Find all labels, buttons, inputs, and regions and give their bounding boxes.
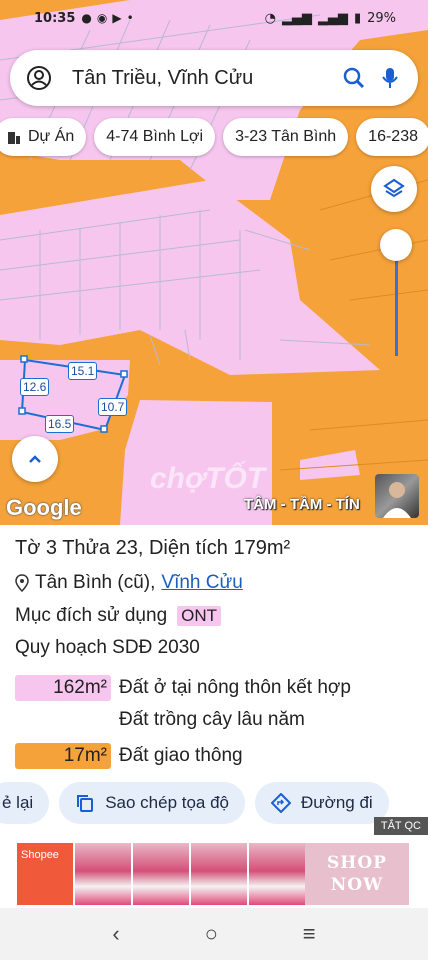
layers-icon <box>383 178 405 198</box>
cta-line2: NOW <box>330 875 384 895</box>
chevron-up-icon <box>29 455 41 463</box>
opacity-slider-track[interactable] <box>395 260 398 356</box>
chotot-watermark: chợTỐT <box>150 462 266 495</box>
area-row-perennial: Đất trồng cây lâu năm <box>15 707 305 733</box>
ad-area: TẮT QC Shopee SHOP NOW <box>0 817 428 908</box>
land-purpose: Mục đích sử dụng ONT <box>15 605 222 627</box>
location-prefix: Tân Bình (cũ), <box>35 572 156 593</box>
chip-label: 3-23 Tân Bình <box>235 128 337 145</box>
area-label: Đất trồng cây lâu năm <box>119 709 305 730</box>
parcel-title: Tờ 3 Thửa 23, Diện tích 179m² <box>15 537 291 559</box>
area-value: 17m² <box>15 743 111 769</box>
chip-tan-binh[interactable]: 3-23 Tân Bình <box>223 118 349 156</box>
battery-icon: ▮ <box>353 10 362 26</box>
shop-name: TÂM - TẦM - TÍN <box>244 496 360 513</box>
messenger-icon: ◉ <box>96 11 108 25</box>
notification-icons: ● ◉ ▶ • <box>81 11 133 25</box>
system-nav-bar: ‹ ○ ≡ <box>0 908 428 960</box>
copy-label: Sao chép tọa độ <box>105 793 230 812</box>
layers-button[interactable] <box>371 166 417 212</box>
status-bar: 10:35 ● ◉ ▶ • ◔ ▂▄▆ ▂▄▆ ▮ 29% <box>0 0 428 36</box>
parcel-info-panel: Tờ 3 Thửa 23, Diện tích 179m² Tân Bình (… <box>0 525 428 825</box>
signal-2-icon: ▂▄▆ <box>317 10 348 26</box>
directions-icon <box>271 793 292 813</box>
google-logo: Google <box>6 495 82 520</box>
parcel-location: Tân Bình (cũ), Vĩnh Cửu <box>15 572 243 594</box>
hide-ad-button[interactable]: TẮT QC <box>373 817 428 835</box>
ad-image <box>247 843 305 905</box>
person-icon <box>383 482 411 518</box>
chip-16-238[interactable]: 16-238 <box>356 118 428 156</box>
copy-coordinates-button[interactable]: Sao chép tọa độ <box>59 782 246 824</box>
area-row-residential: 162m² Đất ở tại nông thôn kết hợp <box>15 675 351 701</box>
back-icon[interactable]: ‹ <box>112 921 119 947</box>
home-icon[interactable]: ○ <box>205 921 218 947</box>
area-row-traffic: 17m² Đất giao thông <box>15 743 243 769</box>
chip-binh-loi[interactable]: 4-74 Bình Lợi <box>94 118 216 156</box>
building-icon <box>8 132 20 144</box>
youtube-icon: ▶ <box>112 11 122 25</box>
chip-label: 16-238 <box>368 128 418 145</box>
location-pin-icon <box>15 574 29 592</box>
cta-line1: SHOP <box>327 853 387 873</box>
parcel-dim-left: 12.6 <box>20 378 50 396</box>
shopee-logo: Shopee <box>17 843 73 905</box>
opacity-slider-handle[interactable] <box>380 229 412 261</box>
ad-image <box>189 843 247 905</box>
plan-label: Quy hoạch SDĐ 2030 <box>15 637 200 658</box>
copy-icon <box>77 795 94 812</box>
battery-percent: 29% <box>367 10 396 26</box>
wifi-icon: ◔ <box>264 10 276 26</box>
parcel-dim-bottom: 16.5 <box>45 415 75 433</box>
recents-icon[interactable]: ≡ <box>303 921 316 947</box>
search-icon[interactable] <box>340 64 368 92</box>
area-value: 162m² <box>15 675 111 701</box>
ad-image <box>73 843 131 905</box>
chip-du-an[interactable]: Dự Án <box>0 118 87 156</box>
chip-label: Dự Án <box>28 128 75 145</box>
area-label: Đất giao thông <box>119 745 243 766</box>
shop-now-cta[interactable]: SHOP NOW <box>305 843 409 905</box>
purpose-code-badge: ONT <box>177 606 222 626</box>
action-buttons: ẻ lại Sao chép tọa độ Đường đi <box>0 782 389 824</box>
area-value <box>15 707 111 733</box>
directions-label: Đường đi <box>301 793 373 812</box>
account-icon[interactable] <box>26 65 52 91</box>
expand-panel-button[interactable] <box>12 436 58 482</box>
shop-avatar[interactable] <box>375 474 419 518</box>
status-time: 10:35 <box>34 10 76 26</box>
dot-icon: • <box>126 11 134 25</box>
area-label: Đất ở tại nông thôn kết hợp <box>119 677 351 698</box>
signal-icon: ▂▄▆ <box>281 10 312 26</box>
mic-icon[interactable] <box>376 64 404 92</box>
search-bar[interactable]: Tân Triều, Vĩnh Cửu <box>10 50 418 106</box>
parcel-dim-right: 10.7 <box>98 398 128 416</box>
parcel-dim-top: 15.1 <box>68 362 98 380</box>
ad-banner[interactable]: Shopee SHOP NOW <box>17 843 409 905</box>
location-link[interactable]: Vĩnh Cửu <box>161 572 242 594</box>
directions-button[interactable]: Đường đi <box>255 782 389 824</box>
chip-label: 4-74 Bình Lợi <box>106 128 204 145</box>
share-label: ẻ lại <box>2 793 34 812</box>
ad-image <box>131 843 189 905</box>
share-button[interactable]: ẻ lại <box>0 782 50 824</box>
filter-chips: Dự Án 4-74 Bình Lợi 3-23 Tân Bình 16-238 <box>0 118 428 156</box>
purpose-label: Mục đích sử dụng <box>15 605 168 626</box>
chat-icon: ● <box>81 11 92 25</box>
search-query[interactable]: Tân Triều, Vĩnh Cửu <box>72 67 332 90</box>
